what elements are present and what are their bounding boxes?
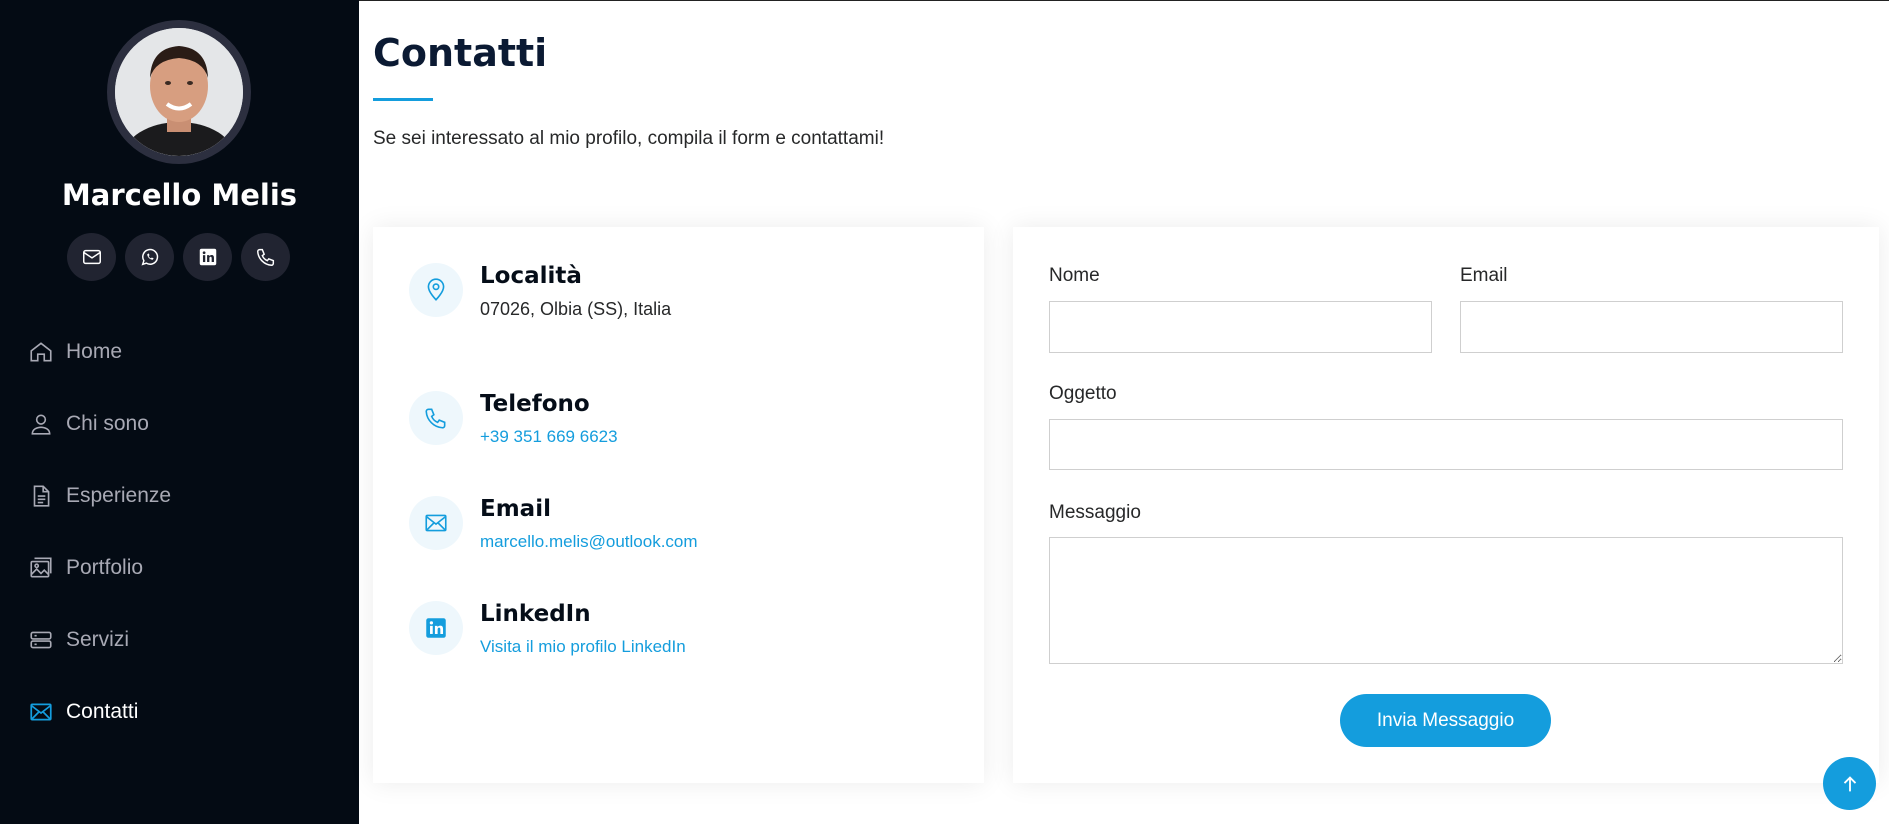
email-label: Email [1460,265,1508,286]
message-textarea[interactable] [1049,537,1843,664]
info-linkedin-link[interactable]: Visita il mio profilo LinkedIn [480,637,686,657]
house-icon [30,342,52,362]
info-email-link[interactable]: marcello.melis@outlook.com [480,532,698,552]
info-linkedin-title: LinkedIn [480,601,591,627]
linkedin-icon [199,248,216,266]
file-text-icon [33,485,50,507]
message-label: Messaggio [1049,502,1141,523]
social-phone-button[interactable] [241,233,290,281]
envelope-icon [425,514,447,532]
nav-item-contatti[interactable]: Contatti [0,676,359,748]
info-phone-title: Telefono [480,391,590,417]
info-linkedin: LinkedIn Visita il mio profilo LinkedIn [409,601,686,657]
linkedin-icon [426,618,446,638]
avatar [107,20,251,164]
images-icon [30,557,52,578]
nav-item-portfolio[interactable]: Portfolio [0,532,359,604]
person-icon [31,414,51,435]
info-phone-link[interactable]: +39 351 669 6623 [480,427,618,447]
subject-label: Oggetto [1049,383,1117,404]
page-title: Contatti [373,31,548,75]
nav-item-label: Contatti [66,700,139,723]
sidebar: Marcello Melis Home Chi sono Esperienze [0,0,359,824]
server-icon [30,631,52,649]
info-location-text: 07026, Olbia (SS), Italia [480,299,672,319]
nav-item-label: Servizi [66,628,130,651]
whatsapp-icon [141,248,158,266]
name-label: Nome [1049,265,1100,286]
section-intro: Se sei interessato al mio profilo, compi… [373,128,885,149]
back-to-top-button[interactable] [1823,757,1876,810]
contact-info-card: Località 07026, Olbia (SS), Italia Telef… [373,227,984,783]
nav-item-home[interactable]: Home [0,316,359,388]
nav-item-esperienze[interactable]: Esperienze [0,460,359,532]
info-location: Località 07026, Olbia (SS), Italia [409,263,671,320]
nav-item-label: Portfolio [66,556,144,579]
phone-icon [256,248,274,266]
info-email-title: Email [480,496,551,522]
social-email-button[interactable] [67,233,116,281]
nav-item-label: Home [66,340,123,363]
email-input[interactable] [1460,301,1843,353]
geo-alt-icon [427,278,445,301]
main-content: Contatti Se sei interessato al mio profi… [359,0,1889,824]
phone-icon [425,408,446,429]
info-email: Email marcello.melis@outlook.com [409,496,698,552]
subject-input[interactable] [1049,419,1843,470]
title-underline [373,98,433,101]
nav-item-chi-sono[interactable]: Chi sono [0,388,359,460]
info-location-title: Località [480,263,582,289]
nav-item-servizi[interactable]: Servizi [0,604,359,676]
nav-item-label: Chi sono [66,412,149,435]
social-whatsapp-button[interactable] [125,233,174,281]
nav-item-label: Esperienze [66,484,172,507]
name-input[interactable] [1049,301,1432,353]
contact-form: Nome Email Oggetto Messaggio Invia Messa… [1013,227,1879,783]
envelope-icon [82,249,101,265]
profile-name: Marcello Melis [61,178,298,212]
social-linkedin-button[interactable] [183,233,232,281]
info-phone: Telefono +39 351 669 6623 [409,391,618,447]
arrow-up-icon [1843,775,1856,791]
social-links [67,233,290,281]
sidebar-nav: Home Chi sono Esperienze Portfolio Servi… [0,316,359,748]
send-message-button[interactable]: Invia Messaggio [1340,694,1551,747]
envelope-icon [30,703,52,721]
